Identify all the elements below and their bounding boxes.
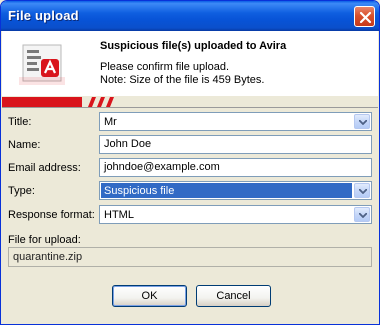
type-select[interactable]: Suspicious file: [99, 181, 372, 200]
size-note: Note: Size of the file is 459 Bytes.: [100, 74, 265, 86]
title-select-arrow[interactable]: [354, 114, 370, 129]
title-bar[interactable]: File upload: [1, 1, 379, 31]
avira-file-icon: [19, 44, 65, 85]
chevron-down-icon: [359, 189, 367, 194]
header-panel: Suspicious file(s) uploaded to Avira Ple…: [2, 31, 378, 96]
type-select-arrow[interactable]: [354, 183, 370, 198]
confirm-text: Please confirm file upload.: [100, 61, 230, 73]
response-format-select[interactable]: HTML: [99, 205, 372, 224]
email-label: Email address:: [8, 162, 81, 174]
avira-stripe: [2, 96, 378, 108]
type-label: Type:: [8, 185, 35, 197]
response-format-value: HTML: [104, 209, 134, 221]
name-field[interactable]: John Doe: [99, 135, 372, 154]
window-title: File upload: [8, 8, 79, 23]
title-select[interactable]: Mr: [99, 112, 372, 131]
name-label: Name:: [8, 139, 41, 151]
close-icon: [359, 11, 372, 24]
chevron-down-icon: [359, 213, 367, 218]
type-select-value: Suspicious file: [101, 183, 352, 198]
close-button[interactable]: [354, 6, 375, 27]
ok-button[interactable]: OK: [112, 285, 187, 307]
file-upload-label: File for upload:: [8, 234, 81, 246]
response-format-arrow[interactable]: [354, 207, 370, 222]
response-format-label: Response format:: [8, 209, 95, 221]
title-label: Title:: [8, 116, 32, 128]
chevron-down-icon: [359, 120, 367, 125]
email-field[interactable]: johndoe@example.com: [99, 158, 372, 177]
cancel-button[interactable]: Cancel: [196, 285, 271, 307]
file-upload-field: quarantine.zip: [8, 247, 372, 267]
title-select-value: Mr: [104, 116, 117, 128]
header-title: Suspicious file(s) uploaded to Avira: [100, 40, 287, 52]
file-upload-dialog: File upload Suspicious file(s) uploaded …: [0, 0, 380, 325]
